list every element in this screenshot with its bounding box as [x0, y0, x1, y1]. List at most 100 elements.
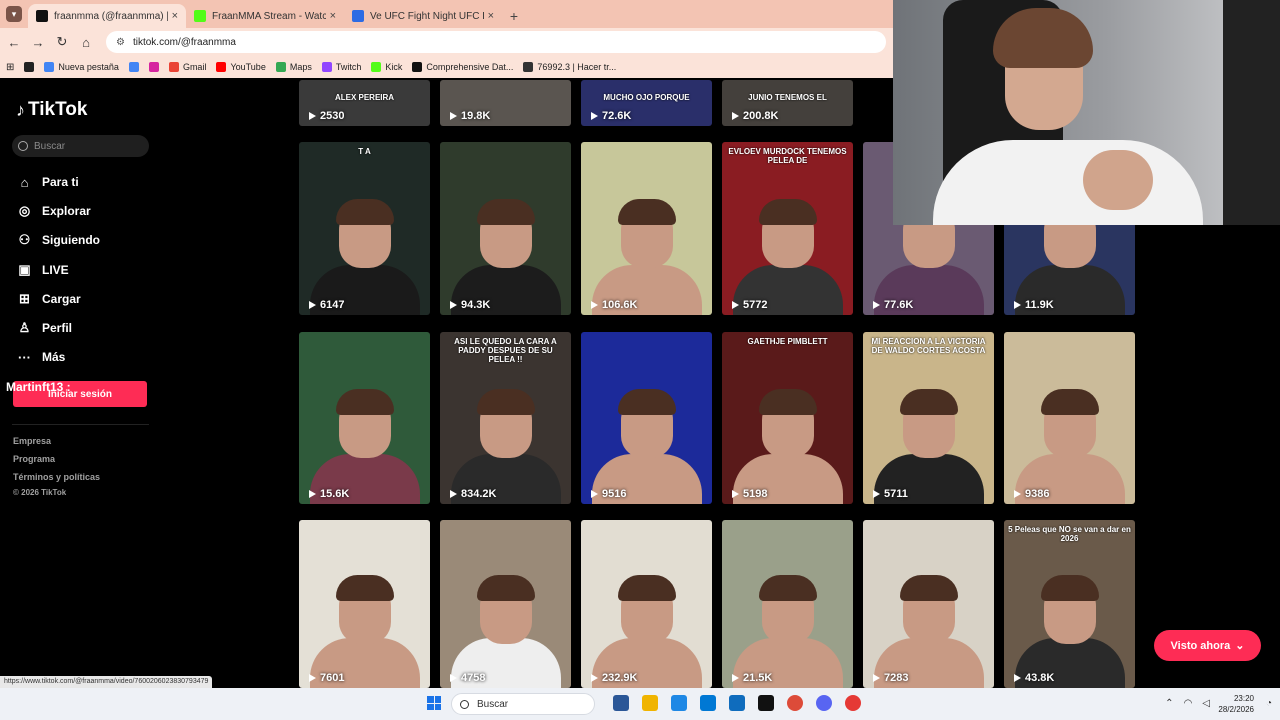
back-button[interactable]: ← [2, 30, 26, 54]
thumbnail-person-hair [335, 389, 394, 415]
video-thumbnail[interactable]: 9516 [581, 332, 712, 504]
bookmark-item[interactable] [24, 62, 35, 72]
taskbar-app-icon[interactable] [700, 695, 716, 711]
video-thumbnail[interactable]: 232.9K [581, 520, 712, 688]
view-count: 72.6K [591, 110, 631, 122]
tiktok-sidebar: ♪ TikTok Buscar ⌂ Para ti ◎ Explorar ⚇ Siguie… [0, 80, 160, 688]
volume-icon[interactable]: ◁ [1202, 698, 1210, 709]
video-thumbnail[interactable]: 4758 [440, 520, 571, 688]
site-info-icon[interactable]: ⚙ [116, 37, 125, 48]
tiktok-note-icon: ♪ [16, 99, 25, 120]
video-thumbnail[interactable]: ALEX PEREIRA 2530 [299, 80, 430, 126]
taskbar-clock[interactable]: 23:20 28/2/2026 [1218, 693, 1254, 715]
video-thumbnail[interactable]: MI REACCION A LA VICTORIA DE WALDO CORTE… [863, 332, 994, 504]
video-thumbnail[interactable]: 15.6K [299, 332, 430, 504]
video-thumbnail[interactable]: 9386 [1004, 332, 1135, 504]
bookmark-item[interactable] [128, 62, 139, 72]
taskbar-app-icon[interactable] [642, 695, 658, 711]
close-tab-icon[interactable]: × [488, 10, 494, 22]
view-count-value: 5711 [884, 488, 908, 500]
play-icon [309, 490, 316, 498]
taskbar-app-icon[interactable] [671, 695, 687, 711]
reload-button[interactable]: ↻ [50, 30, 74, 54]
view-count-value: 106.6K [602, 299, 638, 311]
sidebar-item-live[interactable]: ▣ LIVE [16, 260, 68, 280]
sidebar-item-más[interactable]: ··· Más [16, 347, 65, 367]
footer-link[interactable]: Programa [13, 454, 55, 464]
copyright-text: © 2026 TikTok [13, 488, 67, 497]
video-thumbnail[interactable]: MUCHO OJO PORQUE 72.6K [581, 80, 712, 126]
bookmark-item[interactable]: Nueva pestaña [44, 62, 119, 72]
bookmark-item[interactable]: YouTube [216, 62, 266, 72]
sidebar-search-input[interactable]: Buscar [12, 135, 149, 157]
view-count: 21.5K [732, 672, 772, 684]
browser-tab[interactable]: Ve UFC Fight Night UFC Fight N × [344, 4, 502, 28]
thumbnail-person-hair [476, 389, 535, 415]
bookmark-favicon-icon [24, 62, 35, 72]
video-thumbnail[interactable]: 7283 [863, 520, 994, 688]
close-tab-icon[interactable]: × [172, 10, 178, 22]
upload-icon: ⊞ [19, 291, 30, 306]
video-thumbnail[interactable]: 94.3K [440, 142, 571, 315]
bookmark-favicon-icon [44, 62, 55, 72]
taskbar-app-icon[interactable] [816, 695, 832, 711]
forward-button[interactable]: → [26, 30, 50, 54]
notification-icon[interactable]: ◔ [1266, 698, 1272, 709]
taskbar-app-icon[interactable] [729, 695, 745, 711]
taskbar-search[interactable]: Buscar [451, 693, 595, 715]
address-bar[interactable]: ⚙ tiktok.com/@fraanmma [106, 31, 886, 53]
video-thumbnail[interactable]: 7601 [299, 520, 430, 688]
bookmark-item[interactable]: Comprehensive Dat... [412, 62, 513, 72]
video-thumbnail[interactable]: 5 Peleas que NO se van a dar en 2026 43.8… [1004, 520, 1135, 688]
bookmark-item[interactable]: Gmail [168, 62, 206, 72]
view-count-value: 43.8K [1025, 672, 1055, 684]
browser-tab[interactable]: fraanmma (@fraanmma) | TikTo × [28, 4, 186, 28]
new-tab-button[interactable]: + [502, 4, 526, 28]
apps-grid-icon[interactable]: ⊞ [6, 62, 14, 73]
taskbar-app-icon[interactable] [758, 695, 774, 711]
video-thumbnail[interactable]: 21.5K [722, 520, 853, 688]
home-button[interactable]: ⌂ [74, 30, 98, 54]
browser-tab[interactable]: FraanMMA Stream - Watch Liv × [186, 4, 344, 28]
bookmark-favicon-icon [321, 62, 332, 72]
footer-link[interactable]: Empresa [13, 436, 51, 446]
video-thumbnail[interactable]: ASI LE QUEDO LA CARA A PADDY DESPUES DE … [440, 332, 571, 504]
thumbnail-caption: GAETHJE PIMBLETT [747, 337, 828, 346]
video-thumbnail[interactable]: JUNIO TENEMOS EL 200.8K [722, 80, 853, 126]
thumbnail-caption: ASI LE QUEDO LA CARA A PADDY DESPUES DE … [454, 337, 557, 364]
taskbar-app-icon[interactable] [613, 695, 629, 711]
bookmark-item[interactable]: 76992.3 | Hacer tr... [523, 62, 616, 72]
sidebar-item-perfil[interactable]: ♙ Perfil [16, 318, 72, 338]
bookmark-item[interactable]: Twitch [321, 62, 361, 72]
bookmark-item[interactable] [148, 62, 159, 72]
sidebar-item-siguiendo[interactable]: ⚇ Siguiendo [16, 230, 100, 250]
bookmark-item[interactable]: Kick [371, 62, 402, 72]
taskbar-app-icon[interactable] [845, 695, 861, 711]
thumbnail-person-hair [1040, 575, 1099, 601]
video-thumbnail[interactable]: 106.6K [581, 142, 712, 315]
sidebar-item-cargar[interactable]: ⊞ Cargar [16, 289, 81, 309]
sidebar-item-explorar[interactable]: ◎ Explorar [16, 201, 91, 221]
play-icon [732, 112, 739, 120]
video-thumbnail[interactable]: EVLOEV MURDOCK TENEMOS PELEA DE 5772 [722, 142, 853, 315]
sidebar-item-para-ti[interactable]: ⌂ Para ti [16, 172, 79, 192]
view-count-value: 77.6K [884, 299, 914, 311]
video-thumbnail[interactable]: T A 6147 [299, 142, 430, 315]
taskbar-app-icon[interactable] [787, 695, 803, 711]
video-thumbnail[interactable]: 19.8K [440, 80, 571, 126]
tiktok-logo[interactable]: ♪ TikTok [16, 99, 87, 121]
thumbnail-person-hair [476, 575, 535, 601]
bookmark-item[interactable]: Maps [275, 62, 312, 72]
video-thumbnail[interactable]: GAETHJE PIMBLETT 5198 [722, 332, 853, 504]
view-count-value: 5772 [743, 299, 768, 311]
footer-link[interactable]: Términos y políticas [13, 472, 100, 482]
start-button[interactable] [427, 696, 441, 710]
tab-search-button[interactable]: ▾ [6, 6, 22, 22]
thumbnail-caption: MI REACCION A LA VICTORIA DE WALDO CORTE… [871, 337, 986, 355]
chevron-up-icon[interactable]: ⌃ [1165, 698, 1173, 709]
wifi-icon[interactable]: ◠ [1184, 698, 1193, 709]
visto-ahora-button[interactable]: Visto ahora ⌄ [1154, 630, 1261, 661]
close-tab-icon[interactable]: × [330, 10, 336, 22]
home-icon: ⌂ [20, 174, 29, 190]
play-icon [591, 490, 598, 498]
